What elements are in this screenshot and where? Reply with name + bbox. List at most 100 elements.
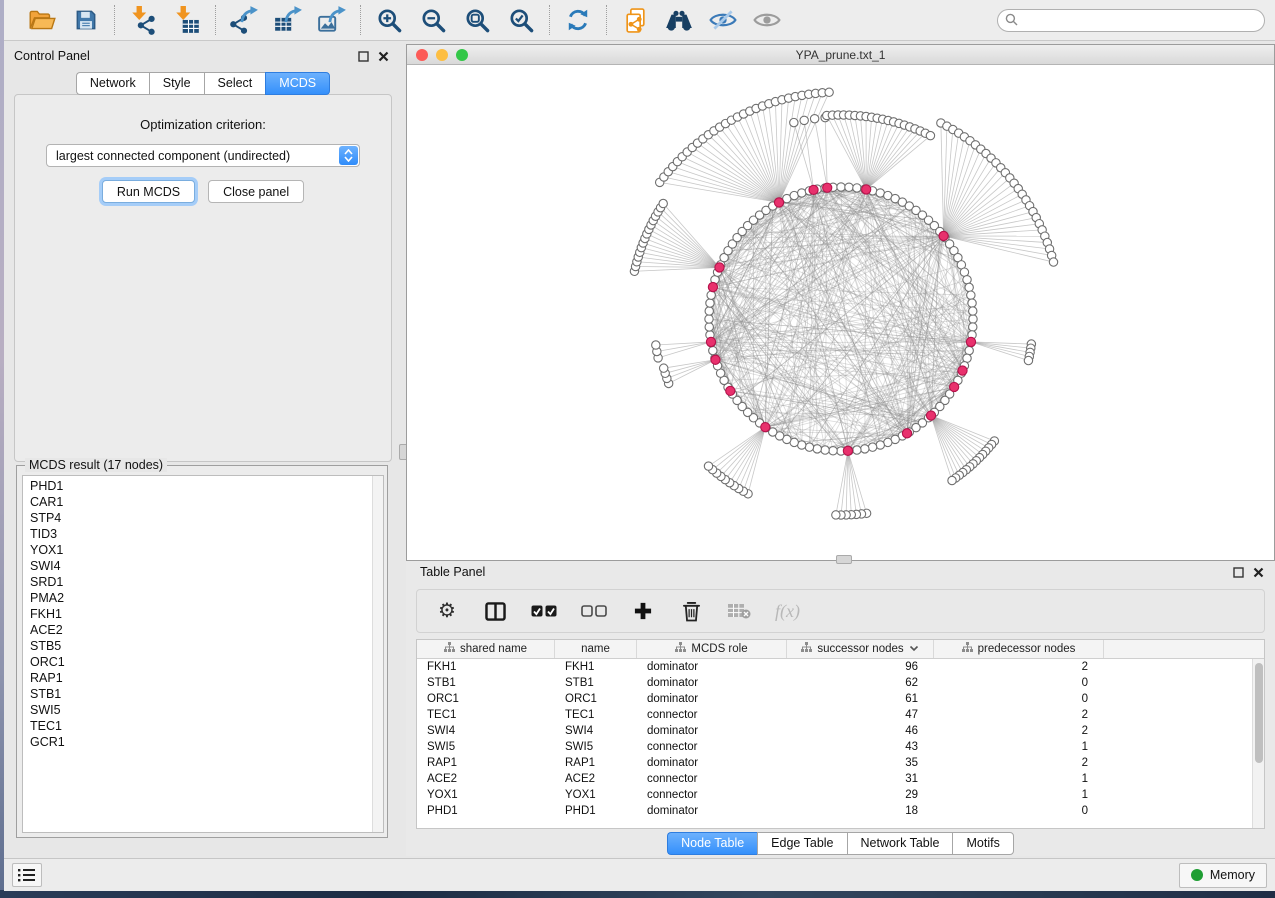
table-scrollbar[interactable] [1252,659,1264,828]
zoom-out-icon[interactable] [417,5,449,35]
graph-hub-node[interactable] [950,382,959,391]
mcds-result-item[interactable]: SRD1 [23,574,371,590]
graph-node[interactable] [963,276,971,284]
graph-hub-node[interactable] [706,337,715,346]
graph-node[interactable] [707,291,715,299]
graph-leaf-node[interactable] [948,476,956,484]
graph-node[interactable] [705,315,713,323]
graph-node[interactable] [965,283,973,291]
import-table-icon[interactable] [171,5,203,35]
graph-node[interactable] [837,183,845,191]
graph-hub-node[interactable] [761,423,770,432]
graph-leaf-node[interactable] [652,341,660,349]
unselect-all-checkboxes-icon[interactable] [581,598,607,624]
mcds-result-item[interactable]: TEC1 [23,718,371,734]
graph-leaf-node[interactable] [800,116,808,124]
mcds-list-scrollbar[interactable] [372,476,383,832]
mcds-result-item[interactable]: SWI5 [23,702,371,718]
open-file-icon[interactable] [26,5,58,35]
graph-node[interactable] [705,307,713,315]
mcds-result-item[interactable]: STB5 [23,638,371,654]
graph-hub-node[interactable] [862,185,871,194]
graph-node[interactable] [969,323,977,331]
search-network-icon[interactable] [663,5,695,35]
graph-hub-node[interactable] [708,282,717,291]
column-header-successor-nodes[interactable]: successor nodes [787,640,934,658]
table-row[interactable]: SWI4SWI4dominator462 [417,723,1264,739]
task-history-button[interactable] [12,863,42,887]
graph-node[interactable] [861,445,869,453]
export-image-icon[interactable] [316,5,348,35]
graph-node[interactable] [813,445,821,453]
graph-node[interactable] [705,323,713,331]
add-column-icon[interactable] [631,598,655,624]
table-row[interactable]: TEC1TEC1connector472 [417,707,1264,723]
graph-node[interactable] [965,346,973,354]
table-row[interactable]: ORC1ORC1dominator610 [417,691,1264,707]
graph-node[interactable] [969,307,977,315]
refresh-view-icon[interactable] [562,5,594,35]
graph-node[interactable] [821,446,829,454]
graph-leaf-node[interactable] [1024,356,1032,364]
graph-hub-node[interactable] [726,386,735,395]
mcds-result-item[interactable]: TID3 [23,526,371,542]
zoom-in-icon[interactable] [373,5,405,35]
table-row[interactable]: RAP1RAP1dominator352 [417,755,1264,771]
table-row[interactable]: PHD1PHD1dominator180 [417,803,1264,819]
horizontal-splitter-handle[interactable] [836,555,852,564]
mcds-result-item[interactable]: YOX1 [23,542,371,558]
graph-leaf-node[interactable] [926,131,934,139]
zoom-fit-icon[interactable] [461,5,493,35]
mcds-result-item[interactable]: STB1 [23,686,371,702]
graph-leaf-node[interactable] [659,364,667,372]
search-input[interactable] [997,9,1265,32]
tab-mcds[interactable]: MCDS [265,72,330,95]
graph-hub-node[interactable] [939,231,948,240]
tab-edge-table[interactable]: Edge Table [757,832,846,855]
graph-node[interactable] [709,346,717,354]
table-row[interactable]: YOX1YOX1connector291 [417,787,1264,803]
copy-network-document-icon[interactable] [619,5,651,35]
graph-leaf-node[interactable] [810,115,818,123]
graph-hub-node[interactable] [958,366,967,375]
tab-node-table[interactable]: Node Table [667,832,757,855]
graph-node[interactable] [845,183,853,191]
table-settings-icon[interactable]: ⚙ [435,598,459,624]
hide-selected-icon[interactable] [707,5,739,35]
tab-motifs[interactable]: Motifs [952,832,1013,855]
graph-node[interactable] [876,441,884,449]
graph-node[interactable] [967,291,975,299]
show-columns-icon[interactable] [483,598,507,624]
graph-hub-node[interactable] [711,355,720,364]
mcds-result-item[interactable]: STP4 [23,510,371,526]
select-all-checkboxes-icon[interactable] [531,598,557,624]
column-header-predecessor-nodes[interactable]: predecessor nodes [934,640,1104,658]
table-row[interactable]: ACE2ACE2connector311 [417,771,1264,787]
mcds-result-item[interactable]: ORC1 [23,654,371,670]
column-header-MCDS-role[interactable]: MCDS role [637,640,787,658]
network-canvas[interactable] [407,65,1274,560]
save-session-icon[interactable] [70,5,102,35]
tab-network[interactable]: Network [76,72,149,95]
graph-hub-node[interactable] [774,198,783,207]
graph-node[interactable] [969,315,977,323]
graph-hub-node[interactable] [902,429,911,438]
close-panel-button[interactable]: Close panel [208,180,304,203]
graph-hub-node[interactable] [809,185,818,194]
column-header-name[interactable]: name [555,640,637,658]
graph-hub-node[interactable] [823,183,832,192]
graph-node[interactable] [829,447,837,455]
graph-node[interactable] [968,299,976,307]
float-table-panel-icon[interactable] [1232,566,1245,579]
close-table-panel-icon[interactable] [1252,566,1265,579]
optimization-criterion-select[interactable]: largest connected component (undirected) [46,144,360,167]
tab-network-table[interactable]: Network Table [847,832,953,855]
graph-node[interactable] [805,443,813,451]
mcds-result-item[interactable]: ACE2 [23,622,371,638]
table-row[interactable]: STB1STB1dominator620 [417,675,1264,691]
memory-button[interactable]: Memory [1179,863,1267,888]
graph-leaf-node[interactable] [825,88,833,96]
graph-hub-node[interactable] [966,337,975,346]
graph-leaf-node[interactable] [790,118,798,126]
delete-column-icon[interactable] [679,598,703,624]
